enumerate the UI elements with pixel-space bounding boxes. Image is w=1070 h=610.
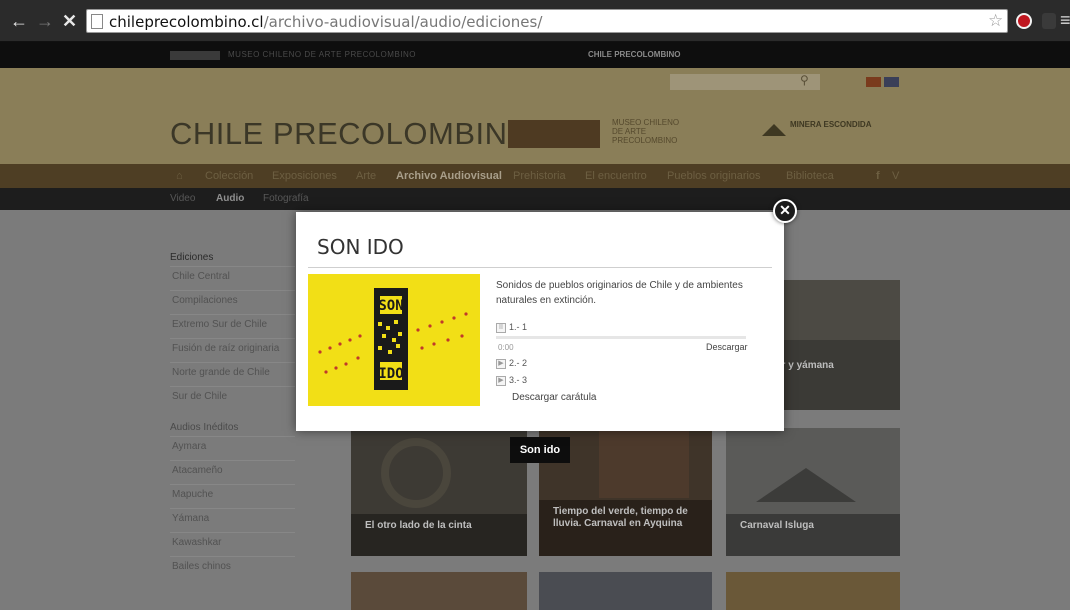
sidebar-item[interactable]: Extremo Sur de Chile (170, 314, 295, 334)
track-item[interactable]: ▶ 2.- 2 (496, 358, 527, 369)
sidebar-heading-ediciones[interactable]: Ediciones (170, 252, 213, 263)
album-description: Sonidos de pueblos originarios de Chile … (496, 280, 743, 306)
album-thumbnail (381, 438, 451, 508)
album-cover-image: SON IDO (308, 274, 480, 406)
url-text: chileprecolombino.cl/archivo-audiovisual… (109, 13, 543, 31)
play-icon[interactable]: ▶ (496, 358, 506, 369)
page-icon (91, 14, 103, 29)
album-card[interactable]: El otro lado de la cinta (351, 428, 527, 556)
album-card[interactable]: Carnaval Isluga (726, 428, 900, 556)
download-cover-link[interactable]: Descargar carátula (512, 392, 596, 403)
nav-item-pueblos-originarios[interactable]: Pueblos originarios (667, 170, 761, 182)
site-header: ⚲ CHILE PRECOLOMBINO MUSEO CHILENO DE AR… (0, 68, 1070, 164)
album-thumbnail (756, 468, 856, 502)
chile-precolombino-link[interactable]: CHILE PRECOLOMBINO (588, 50, 680, 59)
album-caption: El otro lado de la cinta (351, 514, 527, 556)
sidebar-item[interactable]: Bailes chinos (170, 556, 295, 576)
sidebar-item[interactable]: Chile Central (170, 266, 295, 286)
extension-icon[interactable] (1016, 13, 1032, 29)
album-caption: Carnaval Isluga (726, 514, 900, 556)
sponsor-logo: MINERA ESCONDIDA (790, 120, 872, 129)
album-thumbnail (599, 428, 689, 498)
main-navigation: ⌂ Colección Exposiciones Arte Archivo Au… (0, 164, 1070, 188)
language-flags (866, 77, 900, 87)
browser-menu-icon[interactable]: ≡ (1060, 10, 1070, 30)
track-label: 1.- 1 (509, 322, 528, 332)
nav-item-prehistoria[interactable]: Prehistoria (513, 170, 566, 182)
sponsor-mountain-icon (762, 120, 786, 136)
museum-logo-small (170, 51, 220, 60)
nav-item-arte[interactable]: Arte (356, 170, 376, 182)
subnav-fotografia[interactable]: Fotografía (263, 193, 309, 204)
forward-arrow-icon[interactable]: → (36, 11, 54, 31)
bookmark-star-icon[interactable]: ☆ (988, 12, 1003, 30)
sidebar-item[interactable]: Compilaciones (170, 290, 295, 310)
museum-name: MUSEO CHILENO DE ARTE PRECOLOMBINO (612, 118, 680, 145)
sidebar-item[interactable]: Yámana (170, 508, 295, 528)
nav-item-exposiciones[interactable]: Exposiciones (272, 170, 337, 182)
uk-flag-icon[interactable] (884, 77, 899, 87)
facebook-icon[interactable]: f (876, 170, 880, 182)
museum-name-small: MUSEO CHILENO DE ARTE PRECOLOMBINO (228, 50, 416, 59)
top-strip: MUSEO CHILENO DE ARTE PRECOLOMBINO CHILE… (0, 42, 1070, 68)
subnav-video[interactable]: Video (170, 193, 195, 204)
track-item[interactable]: ▶ 3.- 3 (496, 375, 527, 386)
sidebar-item[interactable]: Mapuche (170, 484, 295, 504)
cover-text: SON (378, 298, 403, 314)
album-caption: Tiempo del verde, tiempo de lluvia. Carn… (539, 500, 712, 556)
subnav-audio[interactable]: Audio (216, 193, 244, 204)
track-label: 3.- 3 (509, 375, 528, 385)
sidebar-item[interactable]: Fusión de raíz originaria (170, 338, 295, 358)
sidebar-item[interactable]: Sur de Chile (170, 386, 295, 406)
album-cover-art: SON IDO (318, 288, 468, 390)
nav-item-archivo-audiovisual[interactable]: Archivo Audiovisual (396, 170, 502, 182)
sidebar-item[interactable]: Norte grande de Chile (170, 362, 295, 382)
track-label: 2.- 2 (509, 358, 528, 368)
album-card[interactable] (539, 572, 712, 610)
pause-icon[interactable]: II (496, 322, 506, 333)
hover-tooltip: Son ido (510, 437, 570, 463)
nav-item-coleccion[interactable]: Colección (205, 170, 253, 182)
home-icon[interactable]: ⌂ (176, 170, 183, 182)
search-icon[interactable]: ⚲ (800, 73, 809, 87)
sidebar-item[interactable]: Atacameño (170, 460, 295, 480)
current-time: 0:00 (498, 343, 514, 352)
sidebar-heading-ineditos[interactable]: Audios Inéditos (170, 422, 238, 433)
divider (308, 267, 772, 268)
album-card[interactable] (351, 572, 527, 610)
sub-navigation: Video Audio Fotografía (0, 188, 1070, 210)
stop-loading-icon[interactable]: ✕ (62, 11, 77, 31)
spain-flag-icon[interactable] (866, 77, 881, 87)
album-caption: ar y yámana (776, 360, 834, 371)
sidebar-item[interactable]: Aymara (170, 436, 295, 456)
back-arrow-icon[interactable]: ← (10, 11, 28, 31)
close-icon[interactable]: ✕ (773, 199, 797, 223)
browser-toolbar: ← → ✕ chileprecolombino.cl/archivo-audio… (0, 0, 1070, 42)
extension-icon-2[interactable] (1042, 13, 1056, 29)
cover-text: IDO (378, 366, 403, 382)
nav-item-el-encuentro[interactable]: El encuentro (585, 170, 647, 182)
download-link[interactable]: Descargar (706, 342, 748, 352)
museum-logo (508, 120, 600, 148)
track-item[interactable]: II 1.- 1 (496, 322, 527, 333)
nav-item-biblioteca[interactable]: Biblioteca (786, 170, 834, 182)
address-bar[interactable]: chileprecolombino.cl/archivo-audiovisual… (86, 9, 1008, 33)
sidebar-item[interactable]: Kawashkar (170, 532, 295, 552)
album-card[interactable] (726, 572, 900, 610)
album-modal: SON IDO SON IDO Sonidos de pueblos origin… (296, 212, 784, 431)
audio-progress-bar[interactable] (496, 336, 746, 339)
site-title[interactable]: CHILE PRECOLOMBINO (170, 116, 532, 152)
play-icon[interactable]: ▶ (496, 375, 506, 386)
search-input[interactable] (670, 74, 820, 90)
vimeo-icon[interactable]: V (892, 170, 899, 182)
modal-title: SON IDO (317, 235, 404, 259)
